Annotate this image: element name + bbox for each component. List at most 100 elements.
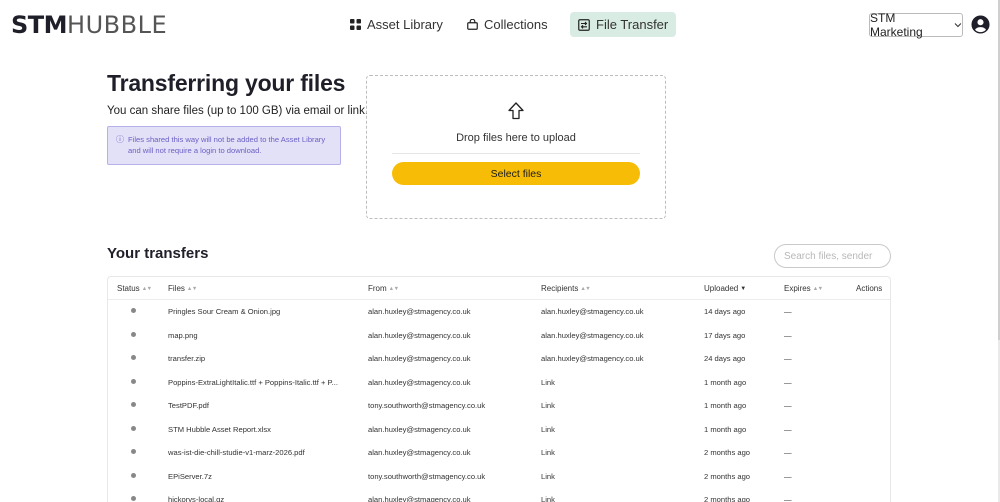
status-dot: [131, 355, 136, 360]
cell-expires: —: [784, 401, 792, 410]
table-row[interactable]: map.png alan.huxley@stmagency.co.uk alan.h…: [108, 324, 890, 348]
status-dot: [131, 496, 136, 501]
cell-recipients: Link: [541, 471, 555, 481]
column-from[interactable]: From ▲▼: [368, 284, 399, 293]
dropzone-divider: [392, 153, 640, 154]
column-status[interactable]: Status ▲▼: [117, 284, 152, 293]
status-dot: [131, 378, 136, 384]
info-icon: ⓘ: [116, 135, 124, 144]
status-dot: [131, 472, 136, 478]
cell-files: Poppins-ExtraLightItalic.ttf + Poppins-I…: [168, 377, 338, 387]
column-files[interactable]: Files ▲▼: [168, 284, 197, 293]
cell-recipients: Link: [541, 448, 555, 457]
grid-icon: [350, 19, 361, 30]
cell-uploaded: 1 month ago: [704, 401, 747, 410]
table-row[interactable]: hickorys-local.gz alan.huxley@stmagency.c…: [108, 488, 890, 502]
cell-expires: —: [784, 377, 792, 387]
column-files-label: Files: [168, 284, 185, 293]
user-circle-icon[interactable]: [971, 15, 990, 34]
organization-select-label: STM Marketing: [870, 11, 923, 39]
sort-icon: ▲▼: [141, 285, 152, 292]
table-row[interactable]: STM Hubble Asset Report.xlsx alan.huxley@…: [108, 418, 890, 442]
file-dropzone[interactable]: Drop files here to upload Select files: [366, 75, 666, 219]
cell-from: alan.huxley@stmagency.co.uk: [368, 330, 471, 340]
cell-from: tony.southworth@stmagency.co.uk: [368, 401, 486, 410]
nav-file-transfer[interactable]: File Transfer: [570, 12, 677, 37]
table-row[interactable]: was-ist-die-chill-studie-v1-marz-2026.pd…: [108, 441, 890, 465]
cell-expires: —: [784, 424, 792, 434]
column-uploaded-label: Uploaded: [704, 284, 739, 293]
status-dot: [131, 331, 136, 337]
top-bar: STMHUBBLE Asset Library Collections File…: [0, 0, 1000, 50]
table-row[interactable]: transfer.zip alan.huxley@stmagency.co.uk a…: [108, 347, 890, 371]
cell-recipients: Link: [541, 377, 555, 387]
table-row[interactable]: Poppins-ExtraLightItalic.ttf + Poppins-I…: [108, 371, 890, 395]
cell-files: was-ist-die-chill-studie-v1-marz-2026.pd…: [168, 448, 305, 457]
cell-from: tony.southworth@stmagency.co.uk: [368, 471, 486, 481]
intro-description: You can share files (up to 100 GB) via e…: [107, 105, 369, 117]
cell-files: EPiServer.7z: [168, 471, 212, 481]
nav-asset-library-label: Asset Library: [367, 17, 443, 32]
table-row[interactable]: TestPDF.pdf tony.southworth@stmagency.co.…: [108, 394, 890, 418]
table-row[interactable]: EPiServer.7z tony.southworth@stmagency.co…: [108, 465, 890, 489]
nav-asset-library[interactable]: Asset Library: [342, 12, 451, 37]
cell-recipients: Link: [541, 401, 555, 410]
cell-recipients: Link: [541, 495, 555, 502]
organization-select[interactable]: STM Marketing: [869, 11, 963, 39]
column-recipients[interactable]: Recipients ▲▼: [541, 284, 591, 293]
cell-from: alan.huxley@stmagency.co.uk: [368, 495, 471, 502]
cell-files: STM Hubble Asset Report.xlsx: [168, 424, 271, 434]
column-expires[interactable]: Expires ▲▼: [784, 284, 823, 293]
logo-bold: STM: [11, 11, 68, 39]
cell-uploaded: 17 days ago: [704, 330, 746, 340]
cell-uploaded: 2 months ago: [704, 448, 751, 457]
info-notice-text: Files shared this way will not be added …: [128, 135, 326, 155]
cell-uploaded: 24 days ago: [704, 354, 746, 363]
sort-icon: ▲▼: [388, 285, 399, 292]
select-files-button[interactable]: Select files: [392, 162, 640, 185]
nav-collections[interactable]: Collections: [459, 12, 556, 37]
dropzone-text: Drop files here to upload: [456, 132, 576, 144]
upload-arrow-icon: [508, 102, 524, 120]
cell-expires: —: [784, 354, 792, 363]
cell-expires: —: [784, 448, 792, 457]
transfer-icon: [578, 18, 590, 31]
cell-files: hickorys-local.gz: [168, 495, 225, 502]
sort-icon: ▲▼: [186, 285, 197, 292]
transfers-title: Your transfers: [107, 245, 209, 262]
status-dot: [131, 402, 136, 407]
cell-recipients: alan.huxley@stmagency.co.uk: [541, 330, 644, 340]
sort-desc-icon: ▼: [740, 285, 747, 292]
column-expires-label: Expires: [784, 284, 811, 293]
cell-recipients: Link: [541, 424, 555, 434]
table-row[interactable]: Pringles Sour Cream & Onion.jpg alan.huxl…: [108, 300, 890, 324]
cell-uploaded: 2 months ago: [704, 495, 751, 502]
logo[interactable]: STMHUBBLE: [11, 11, 167, 39]
chevron-down-icon: [954, 23, 962, 28]
info-notice: ⓘ Files shared this way will not be adde…: [107, 126, 341, 165]
cell-recipients: alan.huxley@stmagency.co.uk: [541, 307, 644, 316]
cell-expires: —: [784, 471, 792, 481]
sort-icon: ▲▼: [812, 285, 823, 292]
cell-files: TestPDF.pdf: [168, 401, 209, 410]
cell-from: alan.huxley@stmagency.co.uk: [368, 424, 471, 434]
logo-light: HUBBLE: [67, 11, 168, 39]
status-dot: [131, 425, 136, 431]
cell-from: alan.huxley@stmagency.co.uk: [368, 307, 471, 316]
column-actions-label: Actions: [856, 284, 883, 293]
bag-icon: [467, 19, 478, 30]
column-status-label: Status: [117, 284, 140, 293]
column-uploaded[interactable]: Uploaded ▼: [704, 284, 746, 293]
nav-collections-label: Collections: [484, 17, 548, 32]
search-input[interactable]: [774, 244, 891, 268]
cell-recipients: alan.huxley@stmagency.co.uk: [541, 354, 644, 363]
page-title: Transferring your files: [107, 70, 346, 96]
cell-from: alan.huxley@stmagency.co.uk: [368, 448, 471, 457]
cell-from: alan.huxley@stmagency.co.uk: [368, 377, 471, 387]
cell-from: alan.huxley@stmagency.co.uk: [368, 354, 471, 363]
cell-files: Pringles Sour Cream & Onion.jpg: [168, 307, 281, 316]
cell-uploaded: 2 months ago: [704, 471, 751, 481]
cell-expires: —: [784, 495, 792, 502]
cell-files: map.png: [168, 330, 198, 340]
sort-icon: ▲▼: [580, 285, 591, 292]
